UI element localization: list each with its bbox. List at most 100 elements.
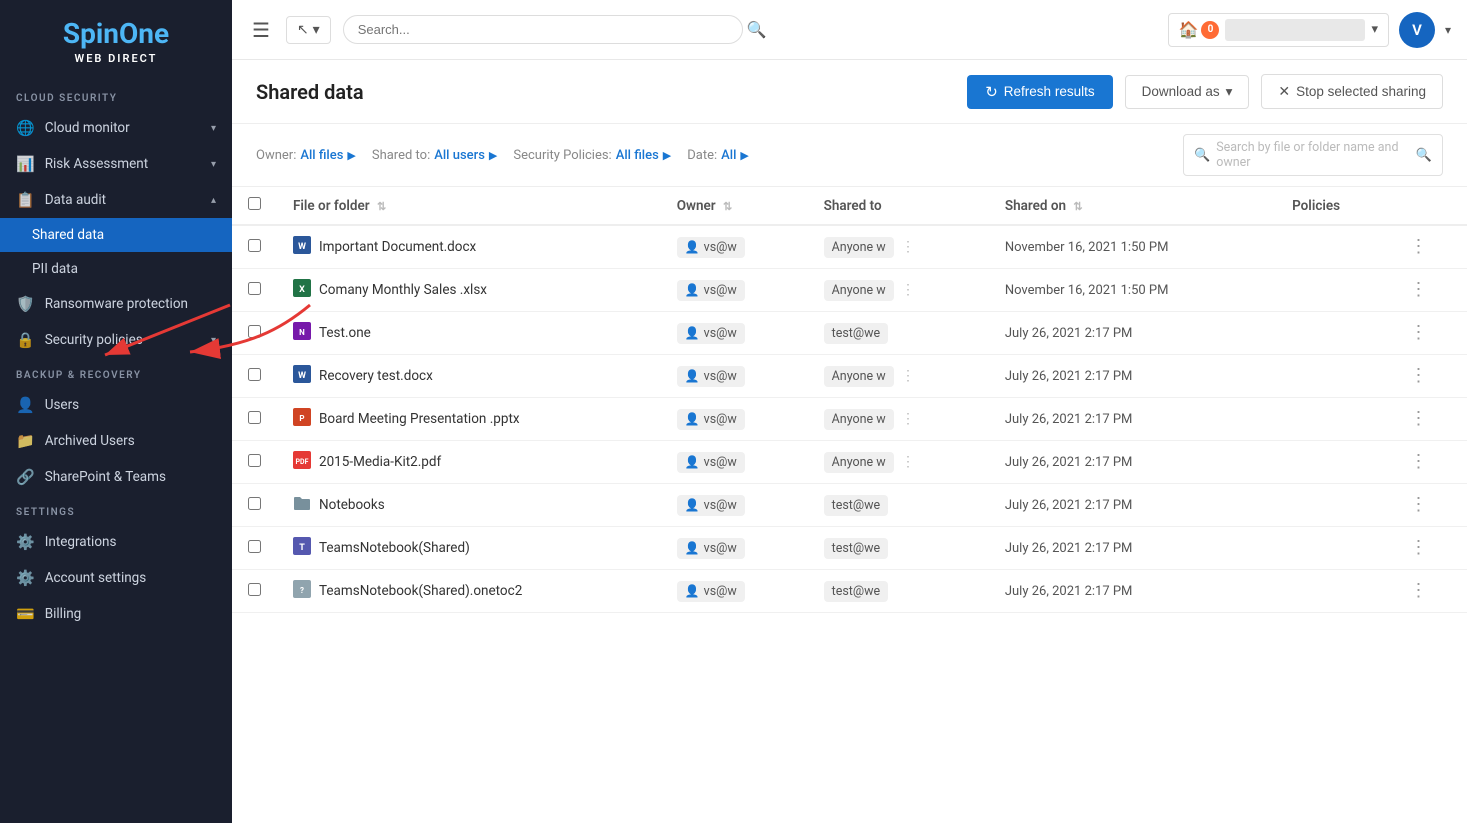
svg-text:W: W [298,242,306,252]
owner-cell: 👤 vs@w [661,484,808,527]
row-checkbox[interactable] [248,583,261,596]
row-checkbox[interactable] [248,540,261,553]
tenant-selector[interactable]: 🏠 0 ▾ [1168,13,1389,47]
shared-options-icon[interactable]: ⋮ [901,454,915,470]
row-checkbox-cell[interactable] [232,355,277,398]
refresh-results-button[interactable]: ↻ Refresh results [967,75,1112,109]
security-policies-filter[interactable]: Security Policies: All files ▶ [513,148,671,163]
hamburger-menu-button[interactable]: ☰ [248,14,274,46]
file-name-text: Comany Monthly Sales .xlsx [319,282,487,298]
select-all-checkbox[interactable] [248,197,261,210]
row-checkbox-cell[interactable] [232,527,277,570]
shared-to-cell: Anyone w ⋮ [808,225,989,269]
policies-cell [1276,484,1393,527]
shared-to-filter[interactable]: Shared to: All users ▶ [372,148,498,163]
select-all-header[interactable] [232,187,277,225]
row-more-button[interactable]: ⋮ [1410,537,1428,558]
sidebar-item-archived-users[interactable]: 📁 Archived Users [0,423,232,459]
row-more-button[interactable]: ⋮ [1410,236,1428,257]
table-row: W Important Document.docx 👤 vs@w Anyone … [232,225,1467,269]
row-actions-cell[interactable]: ⋮ [1394,441,1467,484]
row-checkbox-cell[interactable] [232,570,277,613]
sidebar-item-security-policies[interactable]: 🔒 Security policies ▾ [0,322,232,358]
owner-filter[interactable]: Owner: All files ▶ [256,148,356,163]
avatar[interactable]: V [1399,12,1435,48]
row-checkbox[interactable] [248,282,261,295]
files-table: File or folder ⇅ Owner ⇅ Shared to Share… [232,187,1467,613]
row-actions-cell[interactable]: ⋮ [1394,398,1467,441]
row-more-button[interactable]: ⋮ [1410,494,1428,515]
row-checkbox-cell[interactable] [232,398,277,441]
row-actions-cell[interactable]: ⋮ [1394,527,1467,570]
search-submit-icon[interactable]: 🔍 [1416,148,1432,163]
sidebar-item-ransomware-protection[interactable]: 🛡️ Ransomware protection [0,286,232,322]
file-name-cell: X Comany Monthly Sales .xlsx [277,269,661,312]
sidebar-item-users[interactable]: 👤 Users [0,387,232,423]
svg-text:N: N [299,328,305,337]
row-actions-cell[interactable]: ⋮ [1394,484,1467,527]
file-name-cell: T TeamsNotebook(Shared) [277,527,661,570]
sidebar-item-pii-data[interactable]: PII data [0,252,232,286]
sidebar-item-account-settings[interactable]: ⚙️ Account settings [0,560,232,596]
shared-on-cell: July 26, 2021 2:17 PM [989,355,1276,398]
navbar: ☰ ↖ ▾ 🔍 🏠 0 ▾ V ▾ [232,0,1467,60]
sidebar-item-sharepoint-teams[interactable]: 🔗 SharePoint & Teams [0,459,232,495]
col-label-shared-on: Shared on [1005,198,1066,214]
shared-to-cell: test@we [808,312,989,355]
shared-on-cell: July 26, 2021 2:17 PM [989,570,1276,613]
page-title: Shared data [256,80,955,104]
shared-to-label: Shared to: [372,148,430,163]
row-actions-cell[interactable]: ⋮ [1394,312,1467,355]
shared-options-icon[interactable]: ⋮ [901,411,915,427]
shared-on-value: July 26, 2021 2:17 PM [1005,412,1133,427]
share-button[interactable]: ↖ ▾ [286,16,331,44]
table-row: T TeamsNotebook(Shared) 👤 vs@w test@we J… [232,527,1467,570]
row-checkbox-cell[interactable] [232,441,277,484]
row-more-button[interactable]: ⋮ [1410,279,1428,300]
sidebar-item-cloud-monitor[interactable]: 🌐 Cloud monitor ▾ [0,110,232,146]
svg-text:?: ? [300,586,304,595]
file-name-text: Notebooks [319,497,385,513]
row-checkbox-cell[interactable] [232,312,277,355]
sidebar-item-billing[interactable]: 💳 Billing [0,596,232,632]
row-actions-cell[interactable]: ⋮ [1394,570,1467,613]
file-name-text: Board Meeting Presentation .pptx [319,411,520,427]
row-checkbox[interactable] [248,497,261,510]
row-actions-cell[interactable]: ⋮ [1394,225,1467,269]
row-more-button[interactable]: ⋮ [1410,365,1428,386]
row-checkbox-cell[interactable] [232,225,277,269]
file-type-icon: PDF [293,451,311,473]
row-actions-cell[interactable]: ⋮ [1394,355,1467,398]
sort-icon-file[interactable]: ⇅ [377,200,386,213]
sort-icon-shared-on[interactable]: ⇅ [1073,200,1082,213]
row-checkbox[interactable] [248,368,261,381]
table-search[interactable]: 🔍 Search by file or folder name and owne… [1183,134,1443,176]
stop-selected-sharing-button[interactable]: ✕ Stop selected sharing [1261,74,1443,109]
shared-options-icon[interactable]: ⋮ [901,282,915,298]
sidebar-item-risk-assessment[interactable]: 📊 Risk Assessment ▾ [0,146,232,182]
row-checkbox[interactable] [248,454,261,467]
shared-options-icon[interactable]: ⋮ [901,368,915,384]
policies-cell [1276,441,1393,484]
sort-icon-owner[interactable]: ⇅ [723,200,732,213]
navbar-search-input[interactable] [343,15,743,44]
table-row: Notebooks 👤 vs@w test@we July 26, 2021 2… [232,484,1467,527]
refresh-label: Refresh results [1004,84,1095,99]
sidebar-item-label: Risk Assessment [45,156,148,172]
row-more-button[interactable]: ⋮ [1410,322,1428,343]
download-as-button[interactable]: Download as ▾ [1125,75,1250,109]
row-checkbox[interactable] [248,239,261,252]
row-actions-cell[interactable]: ⋮ [1394,269,1467,312]
row-checkbox-cell[interactable] [232,484,277,527]
sidebar-item-integrations[interactable]: ⚙️ Integrations [0,524,232,560]
row-checkbox[interactable] [248,411,261,424]
row-checkbox-cell[interactable] [232,269,277,312]
sidebar-item-data-audit[interactable]: 📋 Data audit ▴ [0,182,232,218]
row-more-button[interactable]: ⋮ [1410,580,1428,601]
shared-options-icon[interactable]: ⋮ [901,239,915,255]
row-more-button[interactable]: ⋮ [1410,408,1428,429]
row-more-button[interactable]: ⋮ [1410,451,1428,472]
sidebar-item-shared-data[interactable]: Shared data [0,218,232,252]
row-checkbox[interactable] [248,325,261,338]
date-filter[interactable]: Date: All ▶ [687,148,749,163]
